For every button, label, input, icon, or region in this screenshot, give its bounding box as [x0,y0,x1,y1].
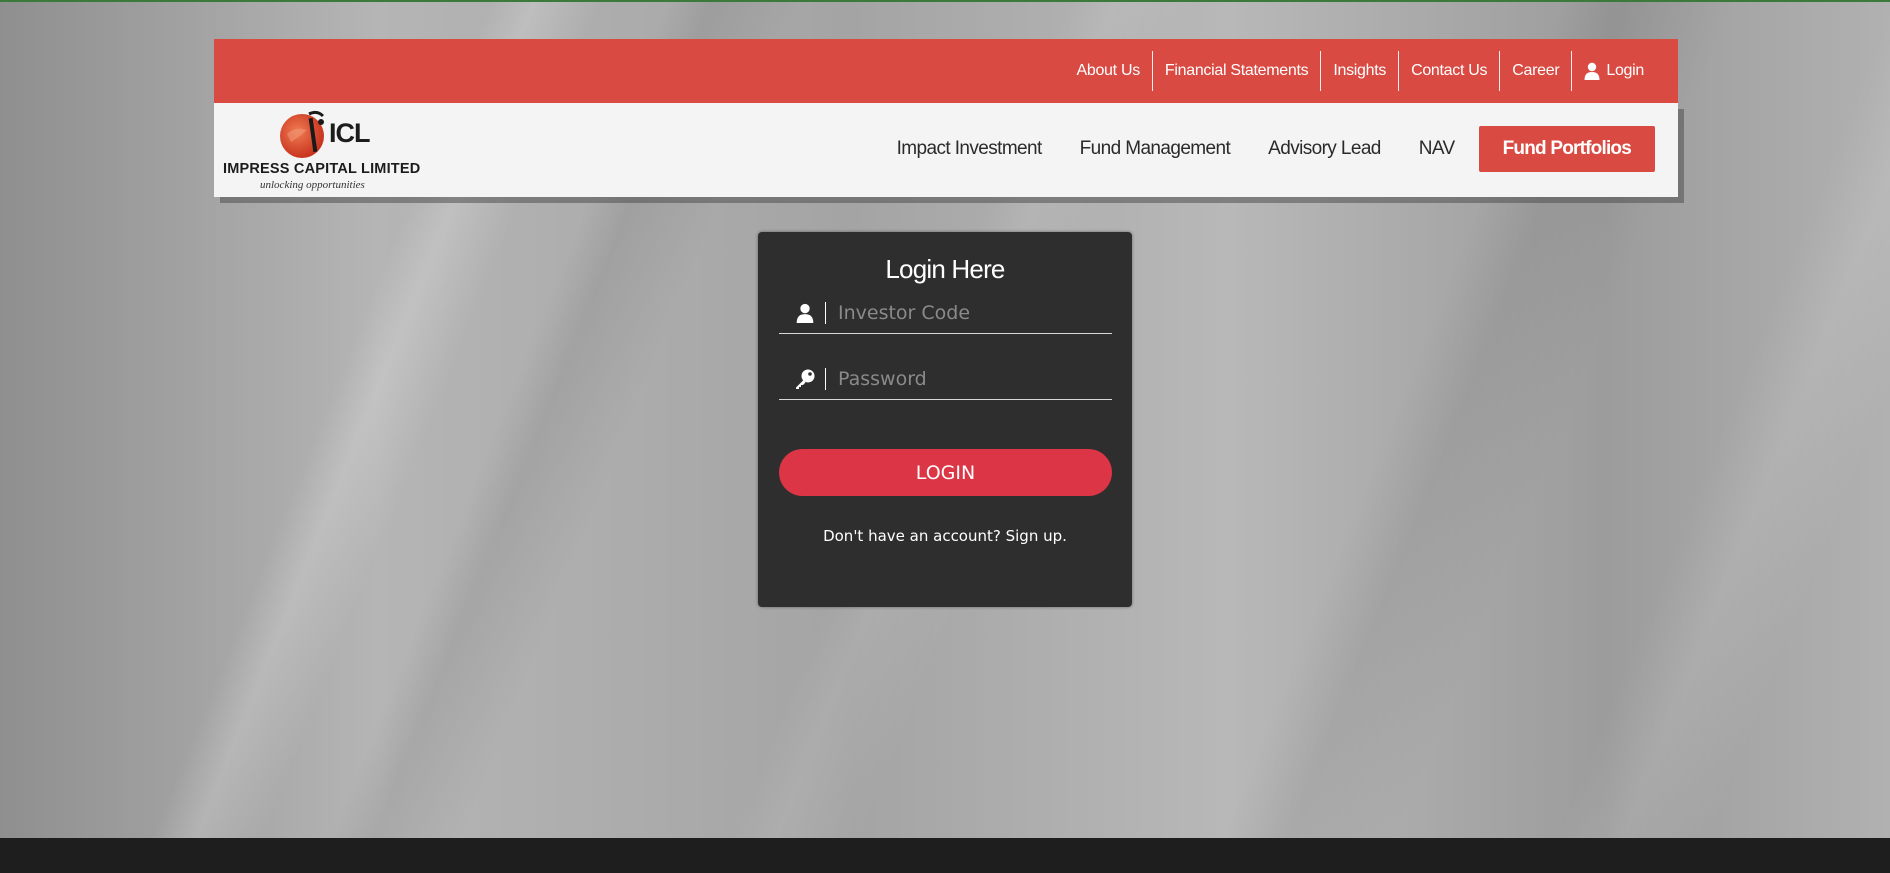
user-icon [1584,62,1600,80]
topbar-financial-statements-label: Financial Statements [1164,62,1309,79]
nav-impact-investment-link[interactable]: Impact Investment [897,138,1043,160]
login-card: Login Here LOGIN Don't have an account? … [758,232,1132,607]
investor-code-field [779,292,1112,334]
logo-letters: ICL [329,118,370,148]
logo-tagline: unlocking opportunities [260,179,365,191]
key-icon [791,368,819,390]
topbar-about-us-link[interactable]: About Us [1064,51,1151,91]
nav-nav-link[interactable]: NAV [1419,138,1455,160]
password-divider [825,367,826,390]
user-icon [791,303,819,323]
topbar-contact-us-label: Contact Us [1411,62,1488,79]
topbar-about-us-label: About Us [1076,62,1140,79]
signup-link[interactable]: Don't have an account? Sign up. [758,527,1132,545]
logo-company-name: IMPRESS CAPITAL LIMITED [223,161,421,177]
primary-nav: Impact Investment Fund Management Adviso… [859,126,1655,172]
company-logo[interactable]: ICL IMPRESS CAPITAL LIMITED unlocking op… [222,106,432,194]
investor-code-divider [825,301,826,324]
nav-fund-management-link[interactable]: Fund Management [1080,138,1231,160]
main-navbar: ICL IMPRESS CAPITAL LIMITED unlocking op… [214,103,1678,197]
top-accent-line [0,0,1890,2]
topbar-login-link[interactable]: Login [1571,51,1656,91]
investor-code-input[interactable] [838,301,1088,324]
password-input[interactable] [838,367,1088,390]
top-utility-bar: About Us Financial Statements Insights C… [214,39,1678,103]
topbar-career-link[interactable]: Career [1499,51,1571,91]
topbar-career-label: Career [1512,62,1560,79]
topbar-insights-label: Insights [1333,62,1387,79]
topbar-financial-statements-link[interactable]: Financial Statements [1151,51,1320,91]
topbar-contact-us-link[interactable]: Contact Us [1398,51,1499,91]
topbar-login-label: Login [1606,62,1644,79]
nav-advisory-lead-link[interactable]: Advisory Lead [1268,138,1381,160]
login-title: Login Here [885,254,1005,284]
fund-portfolios-button[interactable]: Fund Portfolios [1478,126,1655,172]
password-field [779,358,1112,400]
footer-bar [0,838,1890,873]
site-header: About Us Financial Statements Insights C… [214,39,1678,197]
login-button[interactable]: LOGIN [779,449,1112,496]
topbar-insights-link[interactable]: Insights [1320,51,1398,91]
